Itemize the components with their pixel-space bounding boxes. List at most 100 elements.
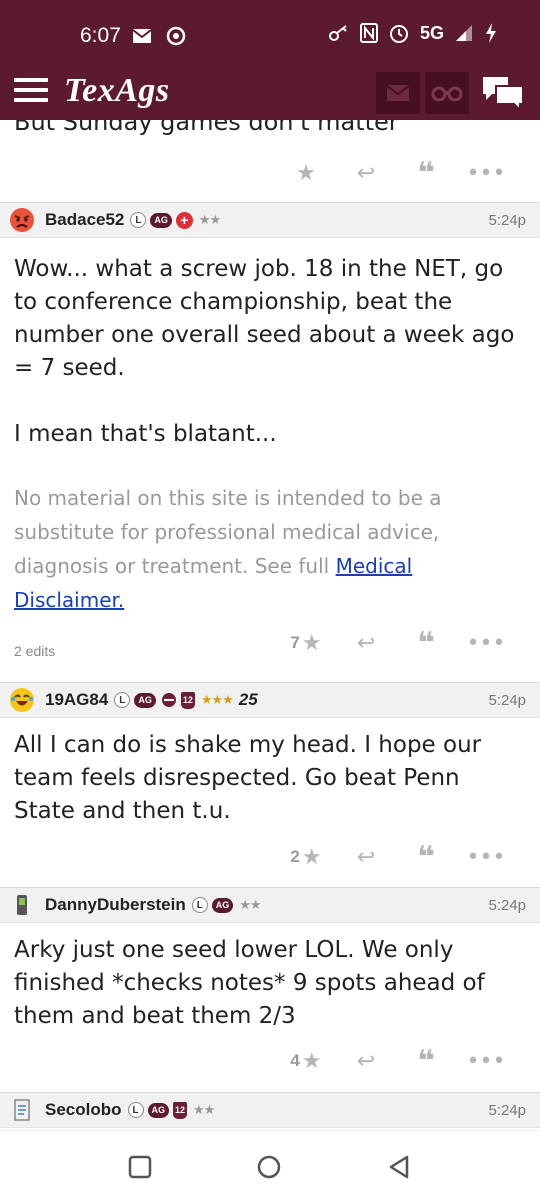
star-button[interactable]: 2 ★: [276, 842, 336, 872]
reply-button[interactable]: ↩: [336, 628, 396, 658]
status-system-icons: 5G: [328, 22, 498, 44]
home-button[interactable]: [253, 1151, 285, 1183]
post-header: Secolobo L AG 12 ★★ 5:24p: [0, 1092, 540, 1128]
nfc-icon: [359, 23, 378, 43]
recents-button[interactable]: [124, 1151, 156, 1183]
app-header: TexAgs: [0, 72, 540, 120]
post-time: 5:24p: [488, 896, 526, 914]
post-actions: 7 ★ ↩ ❝ •••: [276, 625, 516, 661]
messages-button[interactable]: [376, 72, 420, 114]
username[interactable]: 19AG84: [45, 690, 108, 710]
badge-12th-man: 12: [180, 691, 195, 709]
avatar[interactable]: [9, 207, 35, 233]
badge-ag: AG: [150, 212, 172, 228]
mail-icon: [386, 85, 410, 101]
badge-ag: AG: [134, 692, 156, 708]
star-button[interactable]: 4 ★: [276, 1046, 336, 1076]
avatar[interactable]: [9, 1097, 35, 1123]
post-paragraph: Arky just one seed lower LOL. We only fi…: [14, 937, 485, 1029]
post-time: 5:24p: [488, 1101, 526, 1119]
charging-icon: [486, 23, 496, 43]
post-header: Badace52 L AG + ★★ 5:24p: [0, 202, 540, 238]
badge-l: L: [191, 897, 208, 913]
badge-l: L: [114, 692, 131, 708]
star-icon: ★: [301, 844, 322, 870]
badge-12th-man: 12: [173, 1101, 188, 1119]
user-stars: ★★: [198, 212, 221, 228]
reply-icon: ↩: [356, 630, 376, 656]
alarm-icon: [389, 25, 408, 43]
more-icon: •••: [466, 630, 506, 656]
app-logo[interactable]: TexAgs: [64, 72, 170, 110]
like-count: 7: [290, 633, 300, 652]
post-body: Arky just one seed lower LOL. We only fi…: [14, 934, 526, 1033]
user-stars: ★★: [239, 897, 261, 913]
reply-button[interactable]: ↩: [336, 158, 396, 188]
star-icon: ★: [301, 630, 322, 656]
star-icon: ★: [301, 1048, 322, 1074]
watch-button[interactable]: [425, 72, 469, 114]
quote-button[interactable]: ❝: [396, 840, 456, 875]
binoculars-icon: [431, 86, 463, 102]
star-icon: ★: [296, 160, 316, 186]
post-time: 5:24p: [488, 691, 526, 709]
star-button[interactable]: ★: [276, 158, 336, 188]
thread-feed[interactable]: But Sunday games don't matter ★ ↩ ❝ ••• …: [0, 120, 540, 1130]
post-actions: 4 ★ ↩ ❝ •••: [276, 1043, 516, 1079]
post-body: Wow... what a screw job. 18 in the NET, …: [14, 253, 526, 451]
badge-l: L: [130, 212, 147, 228]
laughing-face-icon: [10, 688, 34, 712]
home-icon: [257, 1155, 281, 1179]
reply-icon: ↩: [356, 160, 376, 186]
quote-button[interactable]: ❝: [396, 625, 456, 661]
post-paragraph: All I can do is shake my head. I hope ou…: [14, 732, 482, 824]
like-count: 4: [290, 1051, 300, 1070]
username[interactable]: DannyDuberstein: [45, 895, 186, 915]
more-button[interactable]: •••: [456, 1046, 516, 1076]
quote-icon: ❝: [417, 625, 435, 661]
quote-icon: ❝: [417, 1043, 435, 1079]
back-button[interactable]: [383, 1151, 415, 1183]
post-header: 19AG84 L AG 12 ★★★ 25 5:24p: [0, 682, 540, 718]
menu-icon[interactable]: [14, 78, 48, 106]
key-icon: [328, 25, 347, 41]
more-icon: •••: [466, 844, 506, 870]
reply-button[interactable]: ↩: [336, 1046, 396, 1076]
signal-icon: [456, 25, 472, 41]
more-button[interactable]: •••: [456, 842, 516, 872]
username[interactable]: Secolobo: [45, 1100, 122, 1120]
star-button[interactable]: 7 ★: [276, 628, 336, 658]
network-label: 5G: [419, 22, 444, 43]
badge-ag: AG: [211, 897, 234, 913]
status-notification-icons: [132, 26, 186, 46]
more-icon: •••: [466, 1048, 506, 1074]
edit-count[interactable]: 2 edits: [14, 643, 55, 659]
post-body-partial: But Sunday games don't matter: [14, 120, 399, 136]
more-button[interactable]: •••: [456, 628, 516, 658]
notepad-icon: [14, 1099, 30, 1121]
years-badge: 25: [238, 690, 258, 709]
avatar[interactable]: [9, 687, 35, 713]
texas-am-logo-icon: [161, 693, 176, 707]
gmail-icon: [132, 29, 152, 43]
reply-button[interactable]: ↩: [336, 842, 396, 872]
badge-l: L: [127, 1102, 144, 1118]
badge-medical-plus: +: [175, 211, 193, 229]
reply-icon: ↩: [356, 1048, 376, 1074]
post-paragraph: Wow... what a screw job. 18 in the NET, …: [14, 256, 515, 381]
medical-disclaimer: No material on this site is intended to …: [14, 481, 514, 617]
post-body: All I can do is shake my head. I hope ou…: [14, 729, 526, 828]
username[interactable]: Badace52: [45, 210, 124, 230]
chat-icon[interactable]: [480, 74, 526, 112]
user-stars: ★★★: [200, 692, 234, 708]
status-time: 6:07: [80, 24, 121, 47]
quote-icon: ❝: [417, 155, 435, 191]
recents-icon: [128, 1155, 152, 1179]
avatar[interactable]: [9, 892, 35, 918]
angry-face-icon: [10, 208, 34, 232]
more-icon: •••: [466, 160, 506, 186]
post-header: DannyDuberstein L AG ★★ 5:24p: [0, 887, 540, 923]
more-button[interactable]: •••: [456, 158, 516, 188]
quote-button[interactable]: ❝: [396, 155, 456, 191]
quote-button[interactable]: ❝: [396, 1043, 456, 1079]
